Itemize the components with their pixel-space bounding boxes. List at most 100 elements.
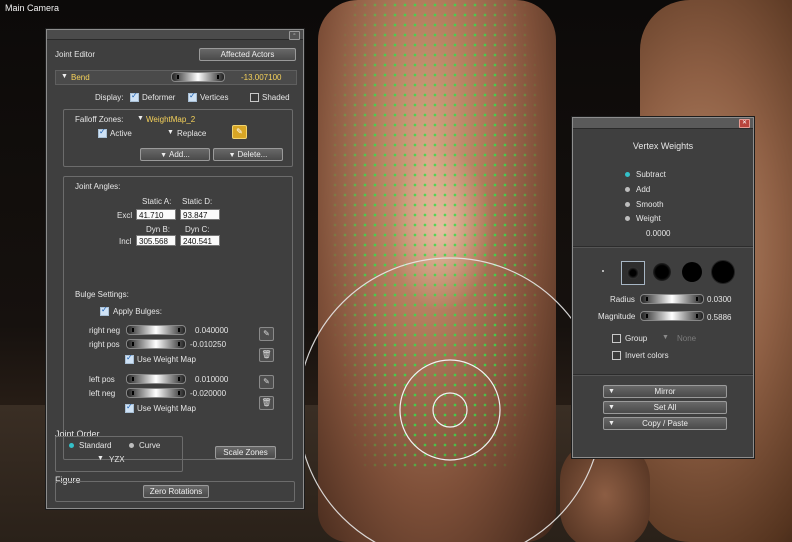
panel-title: Vertex Weights bbox=[632, 141, 694, 151]
mode-label-subtract: Subtract bbox=[636, 170, 666, 179]
brush-preset-large[interactable] bbox=[682, 262, 702, 282]
dropdown-triangle-icon: ▼ bbox=[228, 152, 238, 159]
close-icon[interactable]: ▫ bbox=[289, 31, 300, 40]
invert-colors-label: Invert colors bbox=[625, 351, 669, 360]
invert-colors-checkbox[interactable] bbox=[612, 351, 621, 360]
brush-preset-selected[interactable] bbox=[621, 261, 645, 285]
parameter-value[interactable]: -13.007100 bbox=[241, 73, 281, 82]
static-d-field[interactable]: 93.847 bbox=[180, 209, 220, 220]
add-radio[interactable] bbox=[625, 187, 630, 192]
parameter-name: Bend bbox=[71, 73, 90, 82]
left-pos-label: left pos bbox=[89, 375, 115, 384]
trash-icon[interactable]: 🗑 bbox=[259, 348, 274, 362]
shaded-checkbox[interactable] bbox=[250, 93, 259, 102]
camera-label: Main Camera bbox=[5, 3, 60, 13]
paint-brush-icon[interactable]: ✎ bbox=[232, 125, 247, 139]
angles-bulge-group bbox=[63, 176, 293, 460]
paint-weight-icon[interactable]: ✎ bbox=[259, 327, 274, 341]
brush-preset-tiny[interactable] bbox=[602, 270, 604, 272]
weight-value[interactable]: 0.0000 bbox=[646, 229, 670, 238]
deformer-label: Deformer bbox=[142, 93, 176, 102]
mode-label-add: Add bbox=[636, 185, 651, 194]
radius-value[interactable]: 0.0300 bbox=[707, 295, 731, 304]
mid-falloff-ring bbox=[399, 359, 501, 461]
left-neg-label: left neg bbox=[89, 389, 116, 398]
use-weight-map-checkbox[interactable] bbox=[125, 402, 134, 413]
joint-order-group bbox=[55, 436, 183, 472]
active-label: Active bbox=[110, 129, 132, 138]
group-select[interactable]: None bbox=[677, 334, 696, 343]
paint-weight-icon[interactable]: ✎ bbox=[259, 375, 274, 389]
group-checkbox[interactable] bbox=[612, 334, 621, 343]
static-a-field[interactable]: 41.710 bbox=[136, 209, 176, 220]
add-button[interactable]: ▼ Add... bbox=[140, 148, 210, 161]
outer-falloff-ring bbox=[297, 257, 603, 542]
panel-title: Joint Editor bbox=[55, 50, 96, 59]
use-weight-map-label: Use Weight Map bbox=[137, 355, 196, 364]
display-label: Display: bbox=[95, 93, 124, 102]
weightmap-select[interactable]: WeightMap_2 bbox=[146, 115, 195, 124]
magnitude-value[interactable]: 0.5886 bbox=[707, 313, 731, 322]
joint-angles-label: Joint Angles: bbox=[75, 182, 121, 191]
add-label: Add... bbox=[168, 150, 190, 159]
dropdown-triangle-icon[interactable]: ▼ bbox=[97, 455, 104, 462]
deformer-checkbox[interactable] bbox=[130, 91, 139, 102]
dropdown-triangle-icon: ▼ bbox=[608, 420, 615, 427]
divider bbox=[573, 374, 753, 376]
left-pos-dial[interactable] bbox=[126, 374, 186, 384]
dyn-b-field[interactable]: 305.568 bbox=[136, 235, 176, 246]
excl-label: Excl bbox=[117, 211, 133, 220]
standard-label: Standard bbox=[79, 441, 112, 450]
zero-rotations-button[interactable]: Zero Rotations bbox=[143, 485, 209, 498]
brush-soft-icon bbox=[627, 267, 639, 279]
curve-radio[interactable] bbox=[129, 443, 134, 448]
delete-button[interactable]: ▼ Delete... bbox=[213, 148, 283, 161]
scale-zones-button[interactable]: Scale Zones bbox=[215, 446, 276, 459]
rotation-order-select[interactable]: YZX bbox=[109, 455, 125, 464]
right-neg-dial[interactable] bbox=[126, 325, 186, 335]
left-pos-value[interactable]: 0.010000 bbox=[195, 375, 228, 384]
set-all-label: Set All bbox=[653, 403, 677, 412]
right-neg-label: right neg bbox=[89, 326, 121, 335]
delete-label: Delete... bbox=[237, 150, 268, 159]
affected-actors-button[interactable]: Affected Actors bbox=[199, 48, 296, 61]
group-label: Group bbox=[625, 334, 648, 343]
set-all-button[interactable]: ▼ Set All bbox=[603, 401, 727, 414]
magnitude-dial[interactable] bbox=[640, 311, 704, 321]
brush-preset-hard[interactable] bbox=[712, 261, 734, 283]
standard-radio[interactable] bbox=[69, 443, 74, 448]
panel-titlebar[interactable]: ✕ bbox=[573, 118, 753, 129]
radius-dial[interactable] bbox=[640, 294, 704, 304]
panel-titlebar[interactable]: ▫ bbox=[47, 30, 303, 40]
dropdown-triangle-icon: ▼ bbox=[608, 388, 615, 395]
dropdown-triangle-icon[interactable]: ▼ bbox=[662, 334, 669, 341]
apply-bulges-checkbox[interactable] bbox=[100, 305, 109, 316]
left-neg-dial[interactable] bbox=[126, 388, 186, 398]
smooth-radio[interactable] bbox=[625, 202, 630, 207]
bend-dial[interactable] bbox=[171, 72, 225, 82]
trash-icon[interactable]: 🗑 bbox=[259, 396, 274, 410]
use-weight-map-label: Use Weight Map bbox=[137, 404, 196, 413]
dropdown-triangle-icon[interactable]: ▼ bbox=[167, 129, 174, 136]
dropdown-triangle-icon[interactable]: ▼ bbox=[137, 115, 144, 122]
right-pos-value[interactable]: -0.010250 bbox=[190, 340, 226, 349]
dyn-c-field[interactable]: 240.541 bbox=[180, 235, 220, 246]
curve-label: Curve bbox=[139, 441, 161, 450]
mode-select[interactable]: Replace bbox=[177, 129, 206, 138]
active-checkbox[interactable] bbox=[98, 127, 107, 138]
left-neg-value[interactable]: -0.020000 bbox=[190, 389, 226, 398]
subtract-radio[interactable] bbox=[625, 172, 630, 177]
right-pos-dial[interactable] bbox=[126, 339, 186, 349]
mirror-button[interactable]: ▼ Mirror bbox=[603, 385, 727, 398]
copy-paste-button[interactable]: ▼ Copy / Paste bbox=[603, 417, 727, 430]
brush-preset-medium[interactable] bbox=[653, 263, 671, 281]
right-neg-value[interactable]: 0.040000 bbox=[195, 326, 228, 335]
use-weight-map-checkbox[interactable] bbox=[125, 353, 134, 364]
static-d-label: Static D: bbox=[182, 197, 213, 206]
close-icon[interactable]: ✕ bbox=[739, 119, 750, 128]
vertices-checkbox[interactable] bbox=[188, 91, 197, 102]
mode-label-smooth: Smooth bbox=[636, 200, 664, 209]
divider bbox=[573, 246, 753, 248]
weight-radio[interactable] bbox=[625, 216, 630, 221]
expand-triangle-icon[interactable]: ▼ bbox=[61, 73, 68, 80]
